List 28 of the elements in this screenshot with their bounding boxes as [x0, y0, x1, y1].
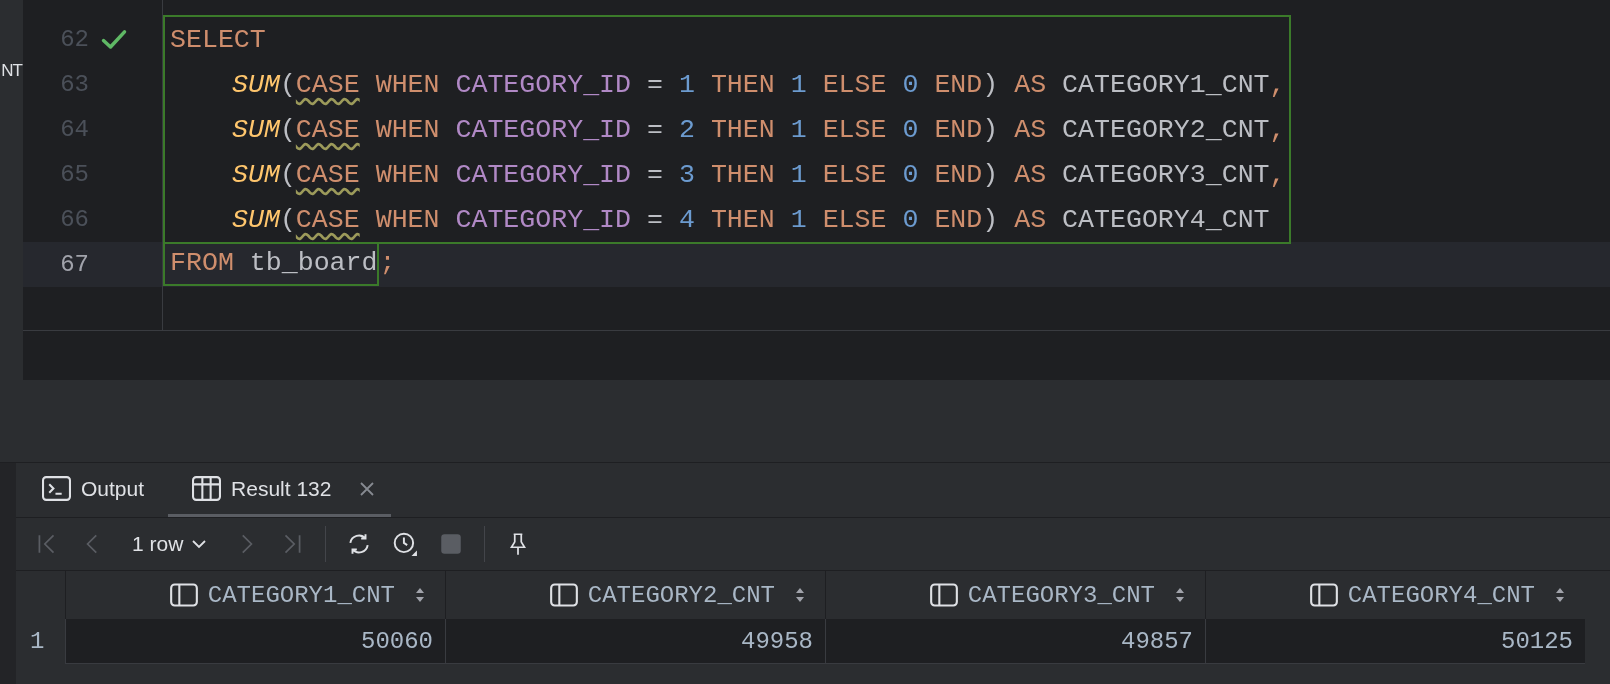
code-line: SUM(CASE WHEN CATEGORY_ID = 3 THEN 1 ELSE 0 END) AS CATEGORY3_CNT,: [231, 159, 1286, 190]
table-cell[interactable]: 49857: [825, 619, 1205, 664]
column-icon: [929, 583, 958, 607]
console-icon: [42, 476, 71, 501]
column-icon: [549, 583, 578, 607]
result-tab[interactable]: Output: [40, 463, 161, 517]
code-editor[interactable]: [23, 0, 1610, 331]
sort-icon[interactable]: [415, 587, 425, 603]
table-icon: [192, 476, 222, 501]
sort-icon[interactable]: [1555, 587, 1565, 603]
column-icon: [1309, 583, 1338, 607]
table-cell[interactable]: 49958: [445, 619, 825, 664]
code-line: SUM(CASE WHEN CATEGORY_ID = 1 THEN 1 ELSE 0 END) AS CATEGORY1_CNT,: [231, 69, 1286, 100]
code-line: SUM(CASE WHEN CATEGORY_ID = 2 THEN 1 ELSE 0 END) AS CATEGORY2_CNT,: [231, 114, 1286, 145]
result-tab[interactable]: Result 132: [168, 463, 392, 517]
code-line: SELECT: [170, 24, 266, 55]
line-number: 67: [59, 251, 89, 278]
caret-icon: [191, 539, 208, 549]
side-panel-text: NT: [1, 61, 22, 81]
close-icon[interactable]: [359, 480, 376, 497]
table-cell[interactable]: 50125: [1205, 619, 1585, 664]
code-line: SUM(CASE WHEN CATEGORY_ID = 4 THEN 1 ELSE 0 END) AS CATEGORY4_CNT: [231, 204, 1270, 235]
sort-icon[interactable]: [1175, 587, 1185, 603]
column-icon: [169, 583, 198, 607]
clock-icon[interactable]: [392, 531, 419, 557]
table-cell[interactable]: 50060: [65, 619, 445, 664]
row-count-dropdown[interactable]: 1 row: [126, 532, 214, 556]
sort-icon[interactable]: [795, 587, 805, 603]
